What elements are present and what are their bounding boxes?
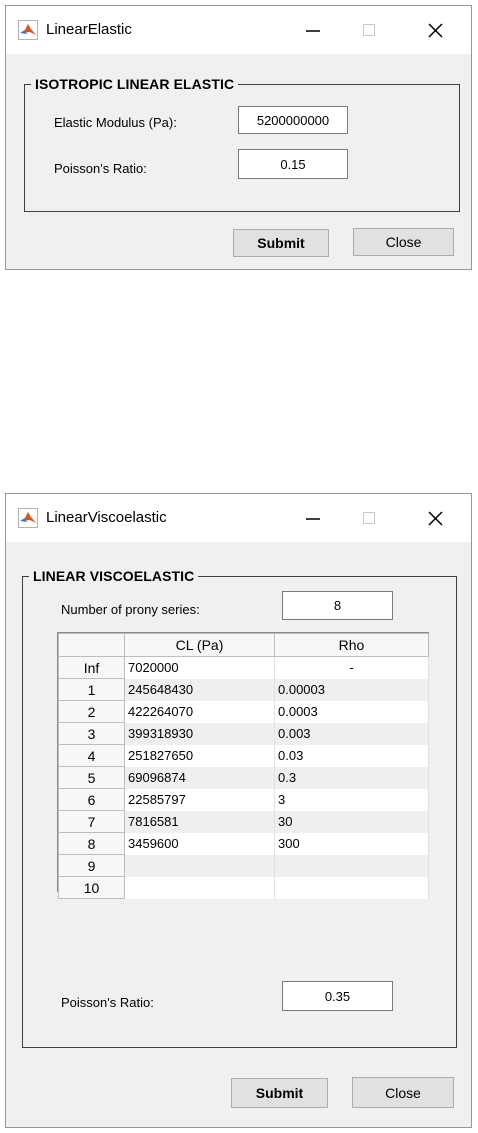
rho-cell[interactable]: 0.03 [274, 744, 429, 767]
table-row: Inf 7020000 - [58, 656, 429, 679]
column-header-rho[interactable]: Rho [274, 633, 429, 657]
modulus-label: Elastic Modulus (Pa): [54, 115, 177, 130]
row-header: 1 [58, 678, 125, 701]
rho-cell[interactable] [274, 876, 429, 899]
minimize-icon[interactable] [290, 6, 336, 54]
cl-cell[interactable]: 69096874 [124, 766, 275, 789]
cl-cell[interactable]: 245648430 [124, 678, 275, 701]
row-header: 3 [58, 722, 125, 745]
row-header: 2 [58, 700, 125, 723]
cl-cell[interactable]: 422264070 [124, 700, 275, 723]
cl-cell[interactable] [124, 876, 275, 899]
linear-viscoelastic-window: LinearViscoelastic LINEAR VISCOELASTIC N… [5, 493, 472, 1128]
prony-count-field[interactable] [282, 591, 393, 620]
row-header: Inf [58, 656, 125, 679]
cl-cell[interactable]: 399318930 [124, 722, 275, 745]
poisson-label: Poisson's Ratio: [61, 995, 154, 1010]
cl-cell[interactable]: 3459600 [124, 832, 275, 855]
rho-cell[interactable]: 0.3 [274, 766, 429, 789]
maximize-icon[interactable] [346, 494, 392, 542]
table-row: 8 3459600 300 [58, 832, 429, 855]
rho-cell[interactable]: - [274, 656, 429, 679]
title-bar[interactable]: LinearElastic [6, 6, 471, 54]
close-button[interactable]: Close [352, 1077, 454, 1108]
poisson-label: Poisson's Ratio: [54, 161, 147, 176]
column-header-cl[interactable]: CL (Pa) [124, 633, 275, 657]
minimize-icon[interactable] [290, 494, 336, 542]
rho-cell[interactable]: 0.0003 [274, 700, 429, 723]
poisson-field[interactable] [282, 981, 393, 1011]
table-row: 9 [58, 854, 429, 877]
cl-cell[interactable]: 7816581 [124, 810, 275, 833]
rho-cell[interactable]: 300 [274, 832, 429, 855]
prony-table[interactable]: CL (Pa) Rho Inf 7020000 - 1 245648430 0.… [57, 632, 429, 899]
close-button[interactable]: Close [353, 228, 454, 256]
row-header: 10 [58, 876, 125, 899]
prony-label: Number of prony series: [61, 602, 200, 617]
corner-cell [58, 633, 125, 657]
window-title: LinearElastic [46, 21, 132, 38]
poisson-field[interactable] [238, 149, 348, 179]
group-title: ISOTROPIC LINEAR ELASTIC [31, 75, 239, 93]
rho-cell[interactable]: 3 [274, 788, 429, 811]
table-row: 5 69096874 0.3 [58, 766, 429, 789]
matlab-icon [18, 20, 38, 40]
prony-grid: CL (Pa) Rho Inf 7020000 - 1 245648430 0.… [58, 633, 429, 899]
maximize-icon[interactable] [346, 6, 392, 54]
close-icon[interactable] [412, 6, 458, 54]
rho-cell[interactable]: 30 [274, 810, 429, 833]
group-title: LINEAR VISCOELASTIC [29, 567, 199, 585]
cl-cell[interactable]: 251827650 [124, 744, 275, 767]
window-title: LinearViscoelastic [46, 509, 167, 526]
row-header: 6 [58, 788, 125, 811]
modulus-field[interactable] [238, 106, 348, 134]
table-row: 4 251827650 0.03 [58, 744, 429, 767]
row-header: 4 [58, 744, 125, 767]
submit-button[interactable]: Submit [231, 1078, 328, 1108]
table-row: 1 245648430 0.00003 [58, 678, 429, 701]
rho-cell[interactable]: 0.003 [274, 722, 429, 745]
cl-cell[interactable]: 22585797 [124, 788, 275, 811]
viscoelastic-group: LINEAR VISCOELASTIC Number of prony seri… [22, 567, 457, 1048]
table-row: 6 22585797 3 [58, 788, 429, 811]
row-header: 8 [58, 832, 125, 855]
table-row: 2 422264070 0.0003 [58, 700, 429, 723]
row-header: 9 [58, 854, 125, 877]
row-header: 5 [58, 766, 125, 789]
cl-cell[interactable]: 7020000 [124, 656, 275, 679]
close-icon[interactable] [412, 494, 458, 542]
table-row: 7 7816581 30 [58, 810, 429, 833]
submit-button[interactable]: Submit [233, 229, 329, 257]
cl-cell[interactable] [124, 854, 275, 877]
title-bar[interactable]: LinearViscoelastic [6, 494, 471, 542]
linear-elastic-window: LinearElastic ISOTROPIC LINEAR ELASTIC E… [5, 5, 472, 270]
row-header: 7 [58, 810, 125, 833]
isotropic-group: ISOTROPIC LINEAR ELASTIC Elastic Modulus… [24, 75, 460, 212]
rho-cell[interactable]: 0.00003 [274, 678, 429, 701]
matlab-icon [18, 508, 38, 528]
rho-cell[interactable] [274, 854, 429, 877]
table-row: 10 [58, 876, 429, 899]
table-row: 3 399318930 0.003 [58, 722, 429, 745]
